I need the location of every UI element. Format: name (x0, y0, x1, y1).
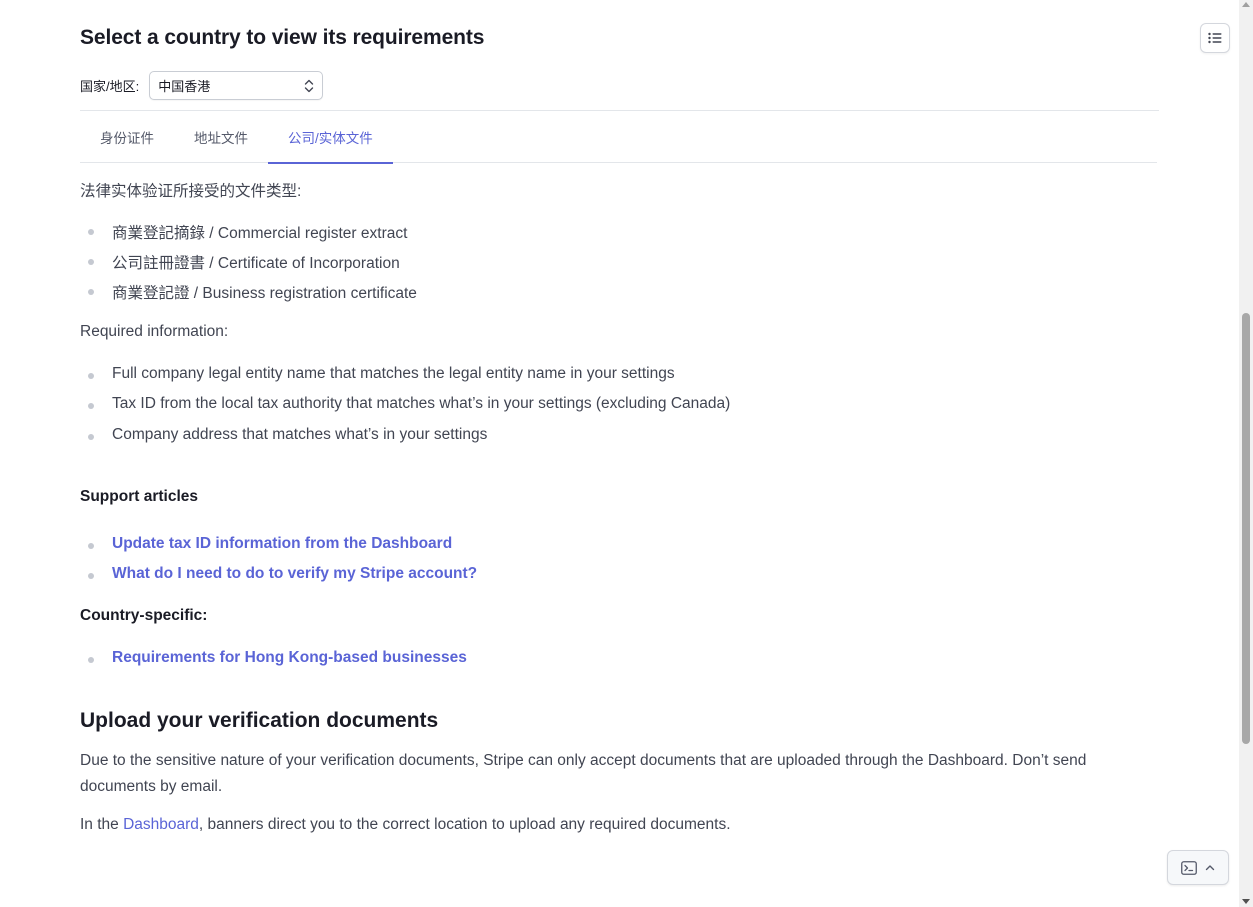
bullet-dot (88, 657, 94, 663)
support-link-verify-account[interactable]: What do I need to do to verify my Stripe… (80, 565, 477, 583)
console-toggle-button[interactable] (1167, 850, 1229, 885)
country-specific-heading: Country-specific: (80, 607, 208, 624)
tab-company-documents[interactable]: 公司/实体文件 (268, 111, 393, 164)
page-section-title: Select a country to view its requirement… (80, 26, 485, 49)
tab-address-documents[interactable]: 地址文件 (174, 111, 268, 163)
list-item-text: 公司註冊證書 / Certificate of Incorporation (112, 255, 400, 272)
country-selector-row: 国家/地区: 中国香港 (80, 71, 324, 100)
bullet-dot (88, 434, 94, 440)
list-item: Company address that matches what’s in y… (80, 426, 487, 444)
note-suffix: , banners direct you to the correct loca… (198, 816, 731, 833)
list-item-text: Tax ID from the local tax authority that… (112, 395, 731, 412)
bullet-dot (88, 373, 94, 379)
upload-description: Due to the sensitive nature of your veri… (80, 748, 1140, 838)
bullet-dot (88, 573, 94, 579)
country-select-value: 中国香港 (158, 79, 211, 94)
upload-section-title: Upload your verification documents (80, 709, 439, 732)
list-item: 商業登記證 / Business registration certificat… (80, 281, 417, 303)
terminal-icon (1181, 860, 1197, 875)
list-item-text: Full company legal entity name that matc… (112, 365, 675, 382)
tab-intro-text: 法律实体验证所接受的文件类型: (80, 183, 302, 200)
scroll-down-arrow-icon[interactable] (1242, 899, 1250, 904)
list-item-text: 商業登記摘錄 / Commercial register extract (112, 225, 408, 242)
country-select[interactable]: 中国香港 (149, 71, 324, 100)
link-text[interactable]: Requirements for Hong Kong-based busines… (112, 649, 467, 666)
bullet-dot (88, 289, 94, 295)
dashboard-link[interactable]: Dashboard (123, 816, 199, 833)
support-link-update-tax-id[interactable]: Update tax ID information from the Dashb… (80, 535, 452, 553)
scroll-up-arrow-icon[interactable] (1242, 2, 1250, 7)
list-item: 商業登記摘錄 / Commercial register extract (80, 221, 407, 243)
country-link-hong-kong[interactable]: Requirements for Hong Kong-based busines… (80, 649, 467, 667)
list-item: Full company legal entity name that matc… (80, 365, 675, 383)
note-prefix: In the (80, 816, 124, 833)
link-text[interactable]: Update tax ID information from the Dashb… (112, 535, 452, 552)
required-info-label: Required information: (80, 323, 229, 340)
select-arrows-icon (305, 79, 314, 92)
country-select-label: 国家/地区: (80, 79, 140, 94)
bullet-dot (88, 543, 94, 549)
list-item-text: 商業登記證 / Business registration certificat… (112, 285, 417, 302)
scrollbar-thumb[interactable] (1242, 313, 1250, 744)
bullet-dot (88, 259, 94, 265)
list-item: Tax ID from the local tax authority that… (80, 395, 730, 413)
document-tabs: 身份证件 地址文件 公司/实体文件 (80, 111, 1157, 164)
chevron-up-icon (1205, 865, 1215, 871)
bullet-dot (88, 403, 94, 409)
table-of-contents-button[interactable] (1200, 23, 1230, 53)
tab-identity-documents[interactable]: 身份证件 (80, 111, 174, 163)
support-articles-heading: Support articles (80, 488, 198, 505)
upload-paragraph: Due to the sensitive nature of your veri… (80, 752, 1087, 795)
bullet-dot (88, 229, 94, 235)
list-item: 公司註冊證書 / Certificate of Incorporation (80, 251, 400, 273)
list-icon (1208, 32, 1222, 44)
scrollbar[interactable] (1239, 0, 1253, 907)
list-item-text: Company address that matches what’s in y… (112, 426, 488, 443)
link-text[interactable]: What do I need to do to verify my Stripe… (112, 565, 477, 582)
dashboard-note: In the Dashboard, banners direct you to … (80, 812, 1140, 838)
